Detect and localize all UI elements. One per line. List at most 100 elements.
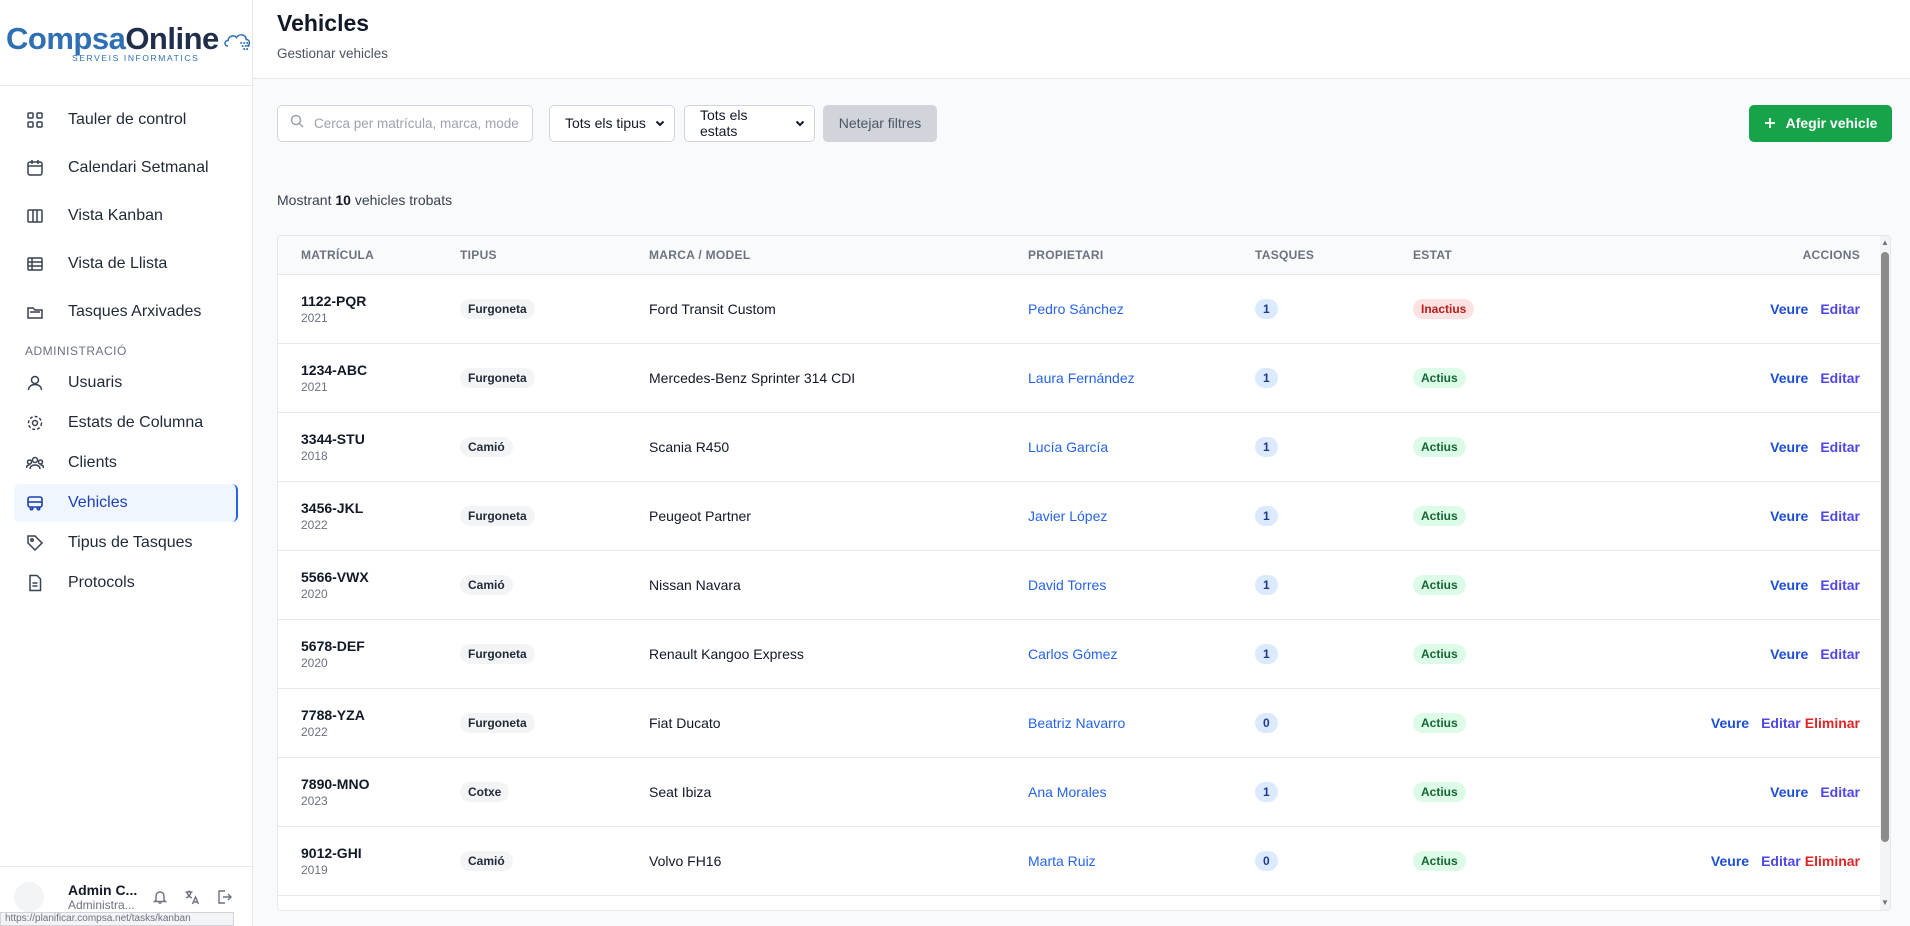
owner-link[interactable]: Beatriz Navarro xyxy=(1028,715,1125,731)
table-scrollbar[interactable]: ▲ ▼ xyxy=(1880,236,1890,910)
sidebar-item-kanban[interactable]: Vista Kanban xyxy=(14,196,238,236)
owner-link[interactable]: Javier López xyxy=(1028,508,1107,524)
edit-button[interactable]: Editar xyxy=(1761,715,1801,731)
plate-cell: 3456-JKL 2022 xyxy=(278,481,460,550)
type-cell: Furgoneta xyxy=(460,688,649,757)
view-button[interactable]: Veure xyxy=(1770,577,1808,593)
owner-link[interactable]: Ana Morales xyxy=(1028,784,1107,800)
status-cell: Actius xyxy=(1413,550,1613,619)
brand-logo[interactable]: CompsaOnline SERVEIS INFORMATICS xyxy=(0,0,252,86)
status-filter-select[interactable]: Tots els estats xyxy=(684,104,815,142)
search-input[interactable] xyxy=(314,115,519,131)
tag-icon xyxy=(26,534,44,552)
type-cell: Furgoneta xyxy=(460,343,649,412)
logout-icon[interactable] xyxy=(208,889,240,905)
sidebar-item-clients[interactable]: Clients xyxy=(14,444,238,482)
add-vehicle-button[interactable]: Afegir vehicle xyxy=(1749,104,1892,142)
type-filter-select[interactable]: Tots els tipus xyxy=(549,104,675,142)
view-button[interactable]: Veure xyxy=(1711,715,1749,731)
avatar[interactable] xyxy=(14,881,44,912)
edit-button[interactable]: Editar xyxy=(1761,853,1801,869)
edit-button[interactable]: Editar xyxy=(1820,508,1860,524)
sidebar-item-label: Vehicles xyxy=(68,494,128,511)
user-actions xyxy=(144,889,240,905)
column-header-model[interactable]: MARCA / MODEL xyxy=(649,236,1028,275)
column-header-type[interactable]: TIPUS xyxy=(460,236,649,275)
plate-number: 1234-ABC xyxy=(301,361,368,378)
edit-button[interactable]: Editar xyxy=(1820,577,1860,593)
sidebar-item-calendar[interactable]: Calendari Setmanal xyxy=(14,148,238,188)
table-header-row: MATRÍCULA TIPUS MARCA / MODEL PROPIETARI… xyxy=(278,236,1882,275)
type-cell: Furgoneta xyxy=(460,619,649,688)
plate-cell: 5566-VWX 2020 xyxy=(278,550,460,619)
plate-cell: 3344-STU 2018 xyxy=(278,412,460,481)
filter-toolbar: Tots els tipus Tots els estats Netejar f… xyxy=(277,104,1892,142)
view-button[interactable]: Veure xyxy=(1770,508,1808,524)
sidebar-item-users[interactable]: Usuaris xyxy=(14,364,238,402)
cloud-logo-icon xyxy=(224,33,250,50)
view-button[interactable]: Veure xyxy=(1770,646,1808,662)
status-badge: Inactius xyxy=(1413,298,1475,319)
table-row: 1122-PQR 2021 Furgoneta Ford Transit Custom… xyxy=(278,274,1882,343)
tasks-count-badge: 1 xyxy=(1255,436,1278,457)
column-header-status[interactable]: ESTAT xyxy=(1413,236,1613,275)
clear-filters-button[interactable]: Netejar filtres xyxy=(823,104,937,142)
bell-icon[interactable] xyxy=(144,889,176,905)
column-header-owner[interactable]: PROPIETARI xyxy=(1028,236,1255,275)
owner-cell: Marta Ruiz xyxy=(1028,826,1255,895)
delete-button[interactable]: Eliminar xyxy=(1805,853,1860,869)
status-badge: Actius xyxy=(1413,850,1466,871)
owner-link[interactable]: Carlos Gómez xyxy=(1028,646,1117,662)
table-row: 7788-YZA 2022 Furgoneta Fiat Ducato Beatriz … xyxy=(278,688,1882,757)
edit-button[interactable]: Editar xyxy=(1820,439,1860,455)
sidebar-item-task-types[interactable]: Tipus de Tasques xyxy=(14,524,238,562)
archive-folder-icon xyxy=(26,303,44,321)
table-row: 1234-ABC 2021 Furgoneta Mercedes-Benz Sprin… xyxy=(278,343,1882,412)
column-header-tasks[interactable]: TASQUES xyxy=(1255,236,1413,275)
edit-button[interactable]: Editar xyxy=(1820,370,1860,386)
edit-button[interactable]: Editar xyxy=(1820,784,1860,800)
model-cell: Ford Transit Custom xyxy=(649,300,776,317)
sidebar-item-list[interactable]: Vista de Llista xyxy=(14,244,238,284)
edit-button[interactable]: Editar xyxy=(1820,301,1860,317)
delete-button[interactable]: Eliminar xyxy=(1805,715,1860,731)
owner-link[interactable]: Lucía García xyxy=(1028,439,1108,455)
owner-link[interactable]: David Torres xyxy=(1028,577,1106,593)
plate-cell: 7890-MNO 2023 xyxy=(278,757,460,826)
scrollbar-thumb[interactable] xyxy=(1881,252,1889,842)
status-badge: Actius xyxy=(1413,712,1466,733)
sidebar-item-archived[interactable]: Tasques Arxivades xyxy=(14,292,238,332)
type-cell: Furgoneta xyxy=(460,274,649,343)
view-button[interactable]: Veure xyxy=(1770,439,1808,455)
sidebar-item-label: Vista de Llista xyxy=(68,255,168,272)
owner-cell: Javier López xyxy=(1028,481,1255,550)
sidebar-item-column-states[interactable]: Estats de Columna xyxy=(14,404,238,442)
list-icon xyxy=(26,255,44,273)
vehicle-year: 2019 xyxy=(301,862,328,877)
view-button[interactable]: Veure xyxy=(1770,301,1808,317)
view-button[interactable]: Veure xyxy=(1711,853,1749,869)
table-row: 5678-DEF 2020 Furgoneta Renault Kangoo Expr… xyxy=(278,619,1882,688)
owner-link[interactable]: Laura Fernández xyxy=(1028,370,1135,386)
kanban-icon xyxy=(26,207,44,225)
status-badge: Actius xyxy=(1413,505,1466,526)
scroll-up-arrow[interactable]: ▲ xyxy=(1881,238,1889,248)
column-header-plate[interactable]: MATRÍCULA xyxy=(278,236,460,275)
scroll-down-arrow[interactable]: ▼ xyxy=(1881,898,1889,908)
type-badge: Cotxe xyxy=(460,781,510,802)
sidebar-item-dashboard[interactable]: Tauler de control xyxy=(14,100,238,140)
owner-link[interactable]: Pedro Sánchez xyxy=(1028,301,1124,317)
edit-button[interactable]: Editar xyxy=(1820,646,1860,662)
view-button[interactable]: Veure xyxy=(1770,784,1808,800)
type-cell: Furgoneta xyxy=(460,481,649,550)
tasks-count-badge: 0 xyxy=(1255,850,1278,871)
sidebar-item-vehicles[interactable]: Vehicles xyxy=(14,484,238,522)
vehicle-year: 2020 xyxy=(301,586,328,601)
owner-link[interactable]: Marta Ruiz xyxy=(1028,853,1096,869)
sidebar-item-protocols[interactable]: Protocols xyxy=(14,564,238,602)
translate-icon[interactable] xyxy=(176,889,208,905)
view-button[interactable]: Veure xyxy=(1770,370,1808,386)
type-badge: Furgoneta xyxy=(460,505,535,526)
dashboard-icon xyxy=(26,111,44,129)
vehicle-year: 2018 xyxy=(301,448,328,463)
